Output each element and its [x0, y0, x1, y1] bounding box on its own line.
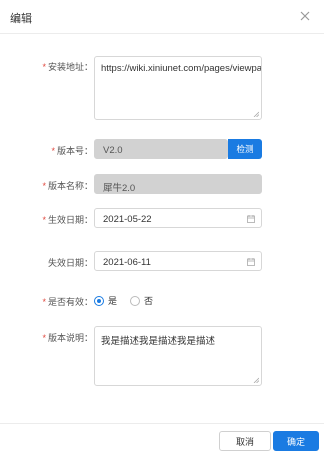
close-icon[interactable]: [298, 9, 312, 23]
description-value: 我是描述我是描述我是描述: [101, 336, 216, 347]
install-address-textarea[interactable]: https://wiki.xiniunet.com/pages/viewpage…: [94, 56, 262, 120]
check-button[interactable]: 检测: [228, 139, 262, 159]
radio-no[interactable]: 否: [130, 294, 153, 307]
radio-no-circle[interactable]: [130, 295, 140, 306]
expiry-date-value: 2021-06-11: [103, 257, 151, 268]
install-address-value: https://wiki.xiniunet.com/pages/viewpage…: [101, 63, 262, 74]
install-address-label: * 安装地址：: [42, 62, 93, 72]
effective-date-label: * 生效日期：: [42, 215, 93, 225]
resize-handle-icon[interactable]: [253, 111, 259, 117]
radio-yes-label: 是: [108, 296, 118, 306]
expiry-date-picker[interactable]: 2021-06-11: [94, 251, 262, 271]
expiry-date-label: 失效日期：: [47, 258, 93, 268]
ok-button[interactable]: 确定: [273, 431, 319, 451]
edit-dialog: 编辑 * 安装地址： https://wiki.xiniunet.com/page…: [0, 0, 324, 455]
radio-no-label: 否: [144, 296, 154, 306]
radio-yes-circle[interactable]: [94, 295, 104, 306]
dialog-title: 编辑: [10, 13, 32, 25]
version-name-input: 犀牛2.0: [94, 174, 262, 194]
dialog-footer: 取消 确定: [0, 423, 324, 456]
version-name-label: * 版本名称：: [42, 181, 93, 191]
effective-date-picker[interactable]: 2021-05-22: [94, 208, 262, 228]
calendar-icon[interactable]: [247, 258, 255, 266]
version-number-label: * 版本号：: [51, 146, 93, 156]
dialog-header: 编辑: [0, 0, 324, 34]
version-number-value: V2.0: [103, 145, 123, 156]
version-number-input: V2.0: [94, 139, 228, 159]
effective-date-value: 2021-05-22: [103, 214, 152, 225]
resize-handle-icon[interactable]: [253, 377, 259, 383]
is-valid-label: * 是否有效：: [42, 297, 93, 307]
calendar-icon[interactable]: [247, 215, 255, 223]
description-textarea[interactable]: 我是描述我是描述我是描述: [94, 326, 262, 386]
version-name-value: 犀牛2.0: [103, 183, 136, 194]
radio-yes[interactable]: 是: [94, 294, 117, 307]
description-label: * 版本说明：: [42, 333, 93, 343]
cancel-button[interactable]: 取消: [219, 431, 271, 451]
